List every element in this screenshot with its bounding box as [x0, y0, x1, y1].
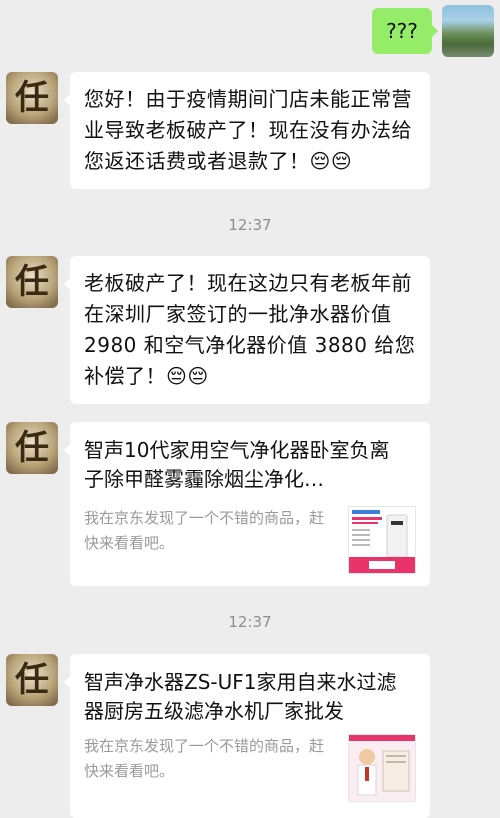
water-purifier-image — [349, 735, 415, 801]
product-card-1[interactable]: 智声10代家用空气净化器卧室负离子除甲醛雾霾除烟尘净化… 我在京东发现了一个不错… — [64, 422, 430, 586]
message-text-2: 老板破产了！现在这边只有老板年前在深圳厂家签订的一批净水器价值 2980 和空气… — [84, 271, 416, 388]
avatar-glyph: 任 — [15, 428, 49, 468]
my-message-bubble[interactable]: ??? — [372, 8, 438, 54]
product-card-desc-1: 我在京东发现了一个不错的商品，赶快来看看吧。 — [84, 509, 325, 552]
contact-avatar[interactable]: 任 — [6, 72, 58, 124]
avatar-glyph: 任 — [15, 262, 49, 302]
my-avatar[interactable] — [442, 5, 494, 57]
contact-avatar[interactable]: 任 — [6, 256, 58, 308]
product-card-title-1: 智声10代家用空气净化器卧室负离子除甲醛雾霾除烟尘净化… — [84, 438, 390, 491]
product-thumbnail-1 — [348, 506, 416, 574]
product-card-title-2: 智声净水器ZS-UF1家用自来水过滤器厨房五级滤净水机厂家批发 — [84, 670, 397, 723]
message-bubble-2[interactable]: 老板破产了！现在这边只有老板年前在深圳厂家签订的一批净水器价值 2980 和空气… — [64, 256, 430, 404]
product-card-desc-2: 我在京东发现了一个不错的商品，赶快来看看吧。 — [84, 737, 325, 780]
message-text-1: 您好！由于疫情期间门店未能正常营业导致老板破产了！现在没有办法给您返还话费或者退… — [84, 87, 412, 173]
contact-avatar[interactable]: 任 — [6, 422, 58, 474]
timestamp-1: 12:37 — [228, 216, 272, 234]
message-bubble-1[interactable]: 您好！由于疫情期间门店未能正常营业导致老板破产了！现在没有办法给您返还话费或者退… — [64, 72, 430, 189]
air-purifier-image — [349, 507, 415, 573]
timestamp-2: 12:37 — [228, 613, 272, 631]
product-thumbnail-2 — [348, 734, 416, 802]
my-message-text: ??? — [386, 19, 418, 43]
product-card-2[interactable]: 智声净水器ZS-UF1家用自来水过滤器厨房五级滤净水机厂家批发 我在京东发现了一… — [64, 654, 430, 818]
avatar-glyph: 任 — [15, 78, 49, 118]
contact-avatar[interactable]: 任 — [6, 654, 58, 706]
avatar-glyph: 任 — [15, 660, 49, 700]
